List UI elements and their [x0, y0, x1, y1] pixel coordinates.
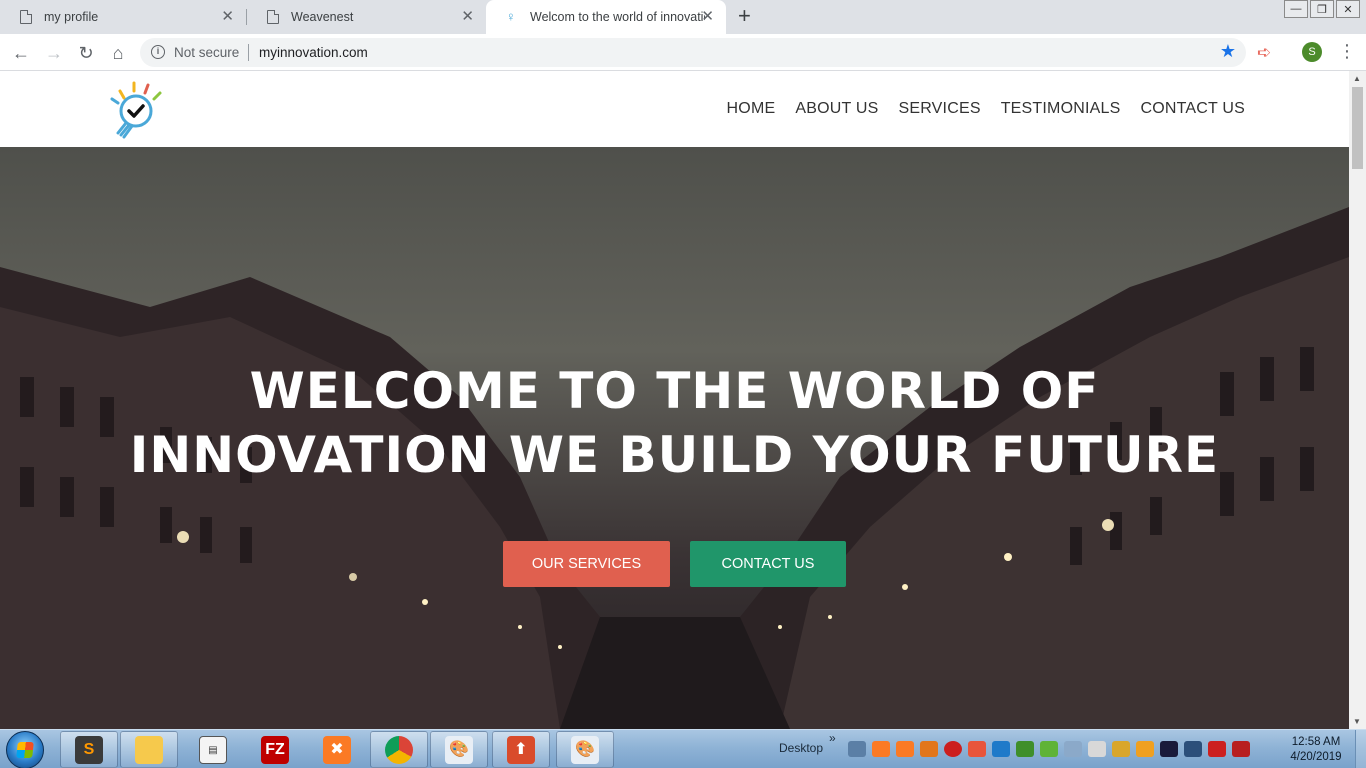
- desktop-toolbar-label[interactable]: Desktop: [779, 741, 823, 755]
- site-header: HOME ABOUT US SERVICES TESTIMONIALS CONT…: [0, 71, 1349, 147]
- taskbar-notepad[interactable]: ▤: [184, 731, 242, 768]
- tab-title: Welcom to the world of innovatio: [530, 10, 705, 24]
- app-tray-icon[interactable]: [1136, 741, 1154, 757]
- menu-kebab-icon[interactable]: ⋮: [1338, 40, 1356, 62]
- network-signal-icon[interactable]: [848, 741, 866, 757]
- browser-tabstrip: my profile ✕ Weavenest ✕ ♀ Welcom to the…: [0, 0, 1366, 34]
- taskbar-paint[interactable]: 🎨: [430, 731, 488, 768]
- reload-icon[interactable]: ↻: [74, 41, 98, 65]
- hero-title: WELCOME TO THE WORLD OF INNOVATION WE BU…: [0, 359, 1349, 487]
- globe-icon[interactable]: [1016, 741, 1034, 757]
- utorrent-icon[interactable]: [1040, 741, 1058, 757]
- opera-icon[interactable]: [944, 741, 962, 757]
- info-icon[interactable]: i: [151, 45, 165, 59]
- new-tab-button[interactable]: +: [738, 5, 751, 27]
- bulb-favicon-icon: ♀: [506, 9, 516, 24]
- back-arrow-icon[interactable]: ←: [9, 41, 33, 65]
- scroll-up-arrow-icon[interactable]: ▲: [1353, 74, 1361, 83]
- page-scrollbar[interactable]: ▲ ▼: [1349, 71, 1366, 729]
- nav-contact-us[interactable]: CONTACT US: [1140, 100, 1245, 118]
- sublime-text-icon: S: [75, 735, 103, 764]
- hero-title-line-1: WELCOME TO THE WORLD OF: [249, 362, 1100, 420]
- lightbulb-logo-icon[interactable]: [108, 81, 164, 139]
- windows-taskbar: S ▤ FZ ✖ 🎨 ⬆ 🎨 Desktop » 12:58 AM 4/20/2…: [0, 729, 1366, 768]
- taskbar-file-explorer[interactable]: [120, 731, 178, 768]
- xampp-tray-icon[interactable]: [896, 741, 914, 757]
- chrome-icon: [385, 735, 413, 764]
- skype-icon[interactable]: [992, 741, 1010, 757]
- minimize-icon[interactable]: —: [1284, 0, 1308, 18]
- page-icon: [267, 10, 279, 24]
- taskbar-xampp[interactable]: ✖: [308, 731, 366, 768]
- tab-my-profile[interactable]: my profile ✕: [0, 0, 246, 34]
- tab-title: Weavenest: [291, 10, 354, 24]
- shield-icon[interactable]: [968, 741, 986, 757]
- our-services-button[interactable]: OUR SERVICES: [503, 541, 670, 587]
- main-nav: HOME ABOUT US SERVICES TESTIMONIALS CONT…: [727, 100, 1245, 118]
- website-viewport: HOME ABOUT US SERVICES TESTIMONIALS CONT…: [0, 71, 1349, 729]
- filezilla-icon: FZ: [261, 735, 289, 764]
- browser-toolbar: ← → ↻ ⌂ i Not secure myinnovation.com ★ …: [0, 34, 1366, 71]
- xampp-tray-icon[interactable]: [872, 741, 890, 757]
- window-close-icon[interactable]: ✕: [1336, 0, 1360, 18]
- close-icon[interactable]: ✕: [701, 9, 714, 25]
- security-label: Not secure: [174, 45, 240, 60]
- taskbar-sublime-text[interactable]: S: [60, 731, 118, 768]
- page-icon: [20, 10, 32, 24]
- omnibox-divider: [248, 44, 249, 61]
- paint-palette-icon: 🎨: [571, 735, 599, 764]
- hero-section: WELCOME TO THE WORLD OF INNOVATION WE BU…: [0, 147, 1349, 729]
- window-controls: — ❐ ✕: [1282, 0, 1360, 18]
- close-icon[interactable]: ✕: [461, 9, 474, 25]
- metamask-icon[interactable]: [920, 741, 938, 757]
- paint-palette-icon: 🎨: [445, 735, 473, 764]
- clipboard-icon[interactable]: [1088, 741, 1106, 757]
- notepad-icon: ▤: [199, 735, 227, 764]
- scrollbar-thumb[interactable]: [1352, 87, 1363, 169]
- profile-avatar[interactable]: S: [1302, 42, 1322, 62]
- xampp-icon: ✖: [323, 735, 351, 764]
- address-bar[interactable]: i Not secure myinnovation.com ★: [140, 38, 1246, 67]
- display-icon[interactable]: [1160, 741, 1178, 757]
- hero-title-line-2: INNOVATION WE BUILD YOUR FUTURE: [129, 426, 1220, 484]
- taskbar-paint-2[interactable]: 🎨: [556, 731, 614, 768]
- contact-us-button[interactable]: CONTACT US: [690, 541, 846, 587]
- taskbar-filezilla[interactable]: FZ: [246, 731, 304, 768]
- scroll-down-arrow-icon[interactable]: ▼: [1353, 717, 1361, 726]
- clock-time: 12:58 AM: [1291, 736, 1341, 748]
- nav-services[interactable]: SERVICES: [898, 100, 980, 118]
- show-desktop-button[interactable]: [1355, 730, 1366, 768]
- action-center-flag-icon[interactable]: [1208, 741, 1226, 757]
- tab-welcome-active[interactable]: ♀ Welcom to the world of innovatio ✕: [486, 0, 726, 34]
- taskbar-chrome[interactable]: [370, 731, 428, 768]
- uploader-icon: ⬆: [507, 735, 535, 764]
- taskbar-clock[interactable]: 12:58 AM 4/20/2019: [1284, 735, 1348, 765]
- chevron-right-icon[interactable]: »: [829, 731, 836, 745]
- forward-arrow-icon[interactable]: →: [42, 41, 66, 65]
- app-tray-icon[interactable]: [1112, 741, 1130, 757]
- pdf-icon[interactable]: [1232, 741, 1250, 757]
- restore-icon[interactable]: ❐: [1310, 0, 1334, 18]
- url-text[interactable]: myinnovation.com: [259, 45, 368, 60]
- start-button[interactable]: [6, 731, 44, 768]
- system-tray: [848, 741, 1250, 757]
- bookmark-star-icon[interactable]: ★: [1220, 41, 1236, 62]
- folder-icon: [135, 735, 163, 764]
- close-icon[interactable]: ✕: [221, 9, 234, 25]
- nav-about-us[interactable]: ABOUT US: [795, 100, 878, 118]
- extension-icon[interactable]: ➪: [1257, 43, 1271, 63]
- home-icon[interactable]: ⌂: [106, 41, 130, 65]
- tab-title: my profile: [44, 10, 99, 24]
- tab-weavenest[interactable]: Weavenest ✕: [247, 0, 486, 34]
- nav-testimonials[interactable]: TESTIMONIALS: [1001, 100, 1121, 118]
- monitor-icon[interactable]: [1184, 741, 1202, 757]
- volume-icon[interactable]: [1064, 741, 1082, 757]
- taskbar-uploader[interactable]: ⬆: [492, 731, 550, 768]
- nav-home[interactable]: HOME: [727, 100, 776, 118]
- clock-date: 4/20/2019: [1290, 751, 1342, 763]
